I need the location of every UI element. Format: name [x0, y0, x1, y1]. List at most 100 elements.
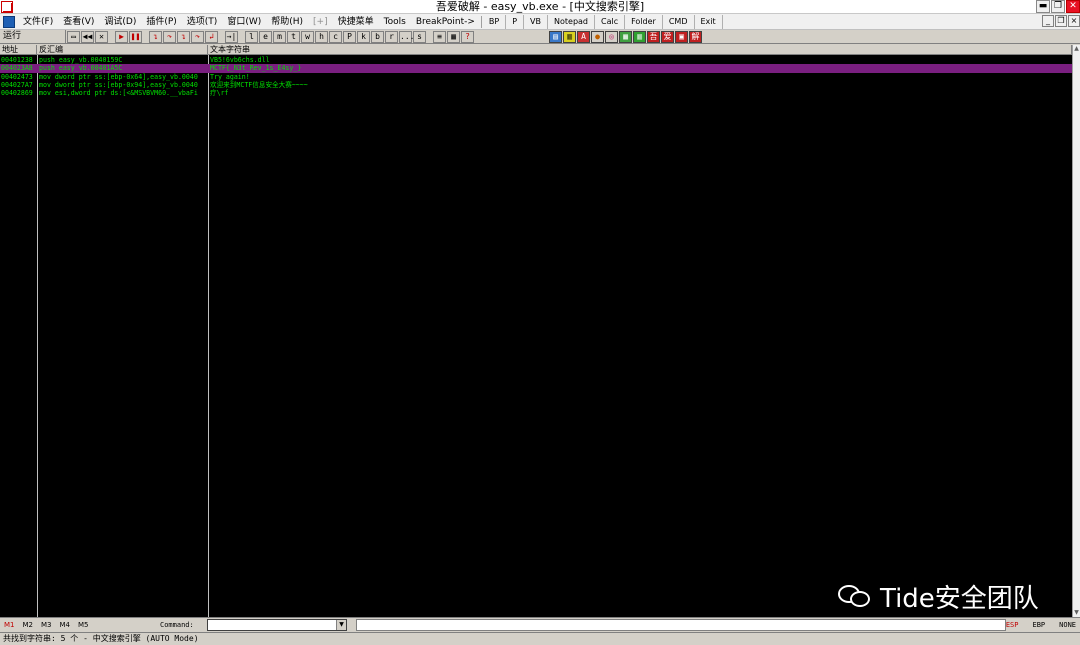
- command-output-field: [356, 619, 1006, 631]
- column-divider[interactable]: [208, 55, 209, 617]
- memory-tab-m3[interactable]: M3: [37, 621, 56, 629]
- disasm-cell: push easy_vb.00401A5C: [39, 64, 123, 73]
- child-minimize-button[interactable]: _: [1042, 15, 1054, 27]
- address-column-header[interactable]: 地址: [0, 45, 37, 55]
- text-cell: 疗\rf: [210, 89, 229, 98]
- step-into-icon[interactable]: ↴: [149, 30, 162, 43]
- step-over-icon[interactable]: ↷: [163, 30, 176, 43]
- plugin-icon-2[interactable]: ▥: [563, 30, 576, 43]
- none-option[interactable]: NONE: [1059, 618, 1076, 633]
- cmd-button[interactable]: CMD: [663, 14, 695, 29]
- scroll-down-icon[interactable]: ▼: [1073, 609, 1080, 617]
- menu-plugins[interactable]: 插件(P): [141, 14, 181, 30]
- register-selector: ESP EBP NONE: [992, 618, 1076, 633]
- close-button[interactable]: ✕: [1066, 0, 1080, 13]
- command-input[interactable]: ▼: [207, 619, 347, 631]
- source-button[interactable]: s: [413, 30, 426, 43]
- appearance-icon[interactable]: ▦: [447, 30, 460, 43]
- exit-button[interactable]: Exit: [695, 14, 723, 29]
- pause-icon[interactable]: ❚❚: [129, 30, 142, 43]
- plugin-icon-7[interactable]: ▥: [633, 30, 646, 43]
- p-button[interactable]: P: [506, 14, 525, 29]
- table-row[interactable]: 00401238 push easy_vb.0040159C VB5!6vb6c…: [0, 56, 1072, 64]
- address-cell: 00401238: [1, 56, 33, 64]
- table-row[interactable]: 00402869 mov esi,dword ptr ds:[<&MSVBVM6…: [0, 89, 1072, 97]
- menu-tools[interactable]: Tools: [379, 14, 411, 30]
- disasm-cell: mov dword ptr ss:[ebp-0x94],easy_vb.0040: [39, 80, 198, 89]
- cpu-button[interactable]: c: [329, 30, 342, 43]
- log-window-button[interactable]: l: [245, 30, 258, 43]
- restore-button[interactable]: ❐: [1051, 0, 1065, 13]
- wuai-icon[interactable]: 吾: [647, 30, 660, 43]
- trace-over-icon[interactable]: ↷: [191, 30, 204, 43]
- table-row-selected[interactable]: 004023A8 push easy_vb.00401A5C MCTF{_N3t…: [0, 64, 1072, 73]
- run-icon[interactable]: ▶: [115, 30, 128, 43]
- references-button[interactable]: r: [385, 30, 398, 43]
- open-icon[interactable]: ▭: [67, 30, 80, 43]
- menu-divider: [480, 15, 482, 28]
- calc-button[interactable]: Calc: [595, 14, 626, 29]
- memory-tab-m5[interactable]: M5: [74, 621, 93, 629]
- execute-till-return-icon[interactable]: ↲: [205, 30, 218, 43]
- threads-button[interactable]: t: [287, 30, 300, 43]
- close-process-icon[interactable]: ✕: [95, 30, 108, 43]
- menu-breakpoint[interactable]: BreakPoint->: [411, 14, 480, 30]
- text-string-column-header[interactable]: 文本字符串: [208, 45, 1072, 55]
- memory-map-button[interactable]: m: [273, 30, 286, 43]
- call-stack-button[interactable]: k: [357, 30, 370, 43]
- child-close-button[interactable]: ×: [1068, 15, 1080, 27]
- restart-icon[interactable]: ◀◀: [81, 30, 94, 43]
- plugin-icon-3[interactable]: A: [577, 30, 590, 43]
- goto-icon[interactable]: →|: [225, 30, 238, 43]
- help-icon[interactable]: ?: [461, 30, 474, 43]
- debug-options-icon[interactable]: ≡: [433, 30, 446, 43]
- plugin-icon-5[interactable]: ◎: [605, 30, 618, 43]
- trace-into-icon[interactable]: ↴: [177, 30, 190, 43]
- chevron-down-icon[interactable]: ▼: [336, 620, 346, 630]
- text-cell: MCTF{_N3t_Rev_1s_E4sy_}: [210, 64, 302, 73]
- memory-tab-m1[interactable]: M1: [0, 621, 19, 629]
- menu-debug[interactable]: 调试(D): [99, 14, 141, 30]
- address-cell: 00402473: [1, 72, 33, 81]
- table-row[interactable]: 00402473 mov dword ptr ss:[ebp-0x64],eas…: [0, 73, 1072, 81]
- patches-button[interactable]: P: [343, 30, 356, 43]
- address-cell: 004023A8: [1, 64, 33, 73]
- menu-file[interactable]: 文件(F): [18, 14, 58, 30]
- memory-tab-m4[interactable]: M4: [56, 621, 75, 629]
- vb-button[interactable]: VB: [524, 14, 548, 29]
- folder-button[interactable]: Folder: [625, 14, 663, 29]
- modules-button[interactable]: e: [259, 30, 272, 43]
- plugin-icon-1[interactable]: ▤: [549, 30, 562, 43]
- toolbar: 运行 ▭ ◀◀ ✕ ▶ ❚❚ ↴ ↷ ↴ ↷ ↲ →| l e m t w h …: [0, 30, 1080, 44]
- run-trace-button[interactable]: ...: [399, 30, 414, 43]
- memory-tab-m2[interactable]: M2: [19, 621, 38, 629]
- scroll-up-icon[interactable]: ▲: [1073, 45, 1080, 53]
- minimize-button[interactable]: ▬: [1036, 0, 1050, 13]
- handles-button[interactable]: h: [315, 30, 328, 43]
- ai-icon[interactable]: 爱: [661, 30, 674, 43]
- wechat-bubble-small: [850, 591, 870, 607]
- run-status: 运行: [0, 30, 66, 43]
- esp-option[interactable]: ESP: [1006, 618, 1019, 633]
- notepad-button[interactable]: Notepad: [548, 14, 595, 29]
- plugin-icon-4[interactable]: ●: [591, 30, 604, 43]
- column-divider[interactable]: [37, 55, 38, 617]
- menu-window[interactable]: 窗口(W): [222, 14, 266, 30]
- bp-button[interactable]: BP: [483, 14, 507, 29]
- po-icon[interactable]: ▣: [675, 30, 688, 43]
- menu-help[interactable]: 帮助(H): [266, 14, 308, 30]
- disassembly-column-header[interactable]: 反汇编: [37, 45, 208, 55]
- child-window-icon[interactable]: [3, 15, 15, 28]
- windows-button[interactable]: w: [301, 30, 314, 43]
- jie-icon[interactable]: 解: [689, 30, 702, 43]
- ebp-option[interactable]: EBP: [1032, 618, 1045, 633]
- child-restore-button[interactable]: ❐: [1055, 15, 1067, 27]
- title-bar: 吾爱破解 - easy_vb.exe - [中文搜索引擎] ▬ ❐ ✕: [0, 0, 1080, 14]
- vertical-scrollbar[interactable]: ▲ ▼: [1072, 45, 1080, 617]
- menu-view[interactable]: 查看(V): [58, 14, 99, 30]
- menu-shortcut[interactable]: 快捷菜单: [333, 14, 379, 30]
- breakpoints-button[interactable]: b: [371, 30, 384, 43]
- table-row[interactable]: 004027A7 mov dword ptr ss:[ebp-0x94],eas…: [0, 81, 1072, 89]
- menu-options[interactable]: 选项(T): [182, 14, 223, 30]
- plugin-icon-6[interactable]: ▦: [619, 30, 632, 43]
